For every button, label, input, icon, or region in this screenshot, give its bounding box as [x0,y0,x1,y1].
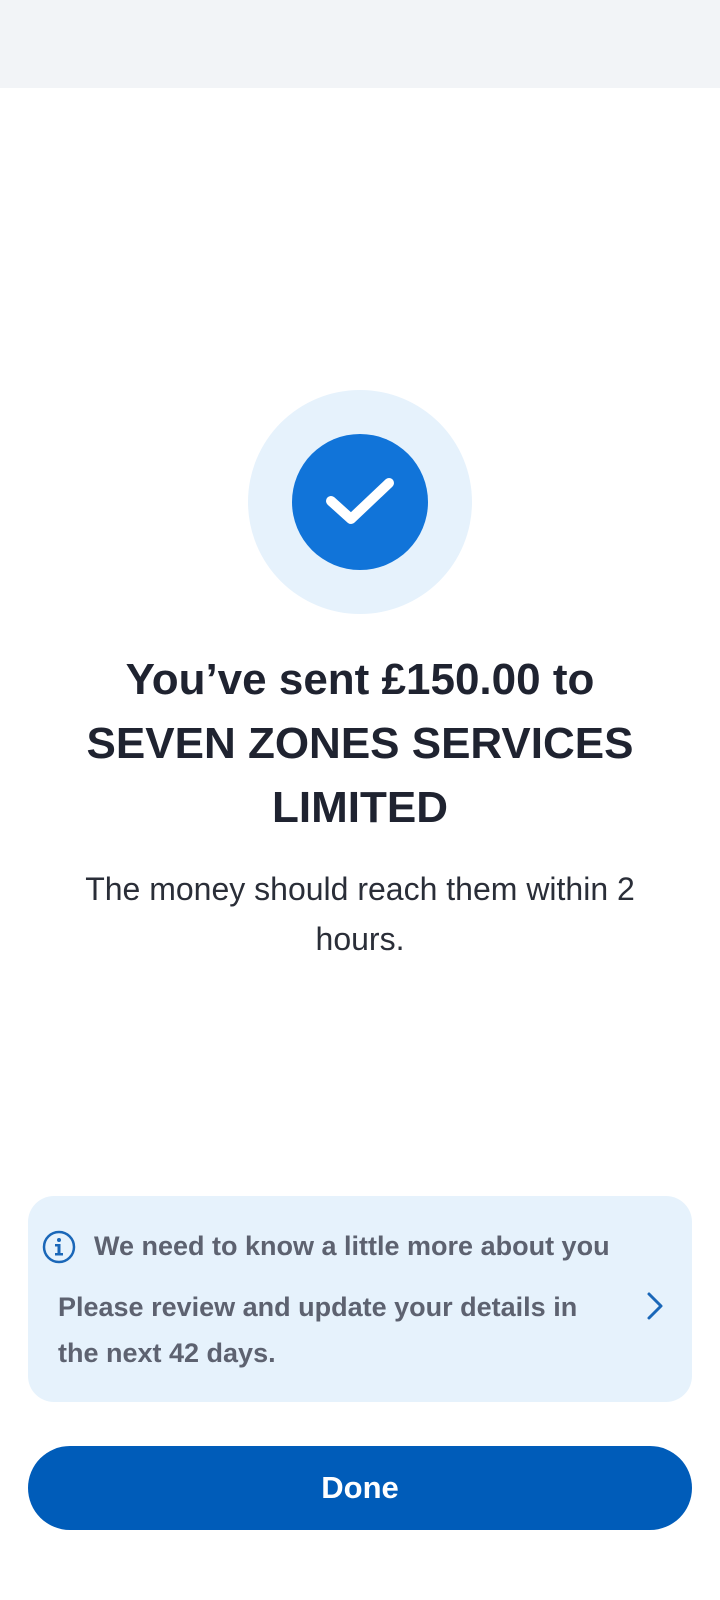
done-button[interactable]: Done [28,1446,692,1530]
confirmation-subtext: The money should reach them within 2 hou… [85,871,635,957]
chevron-right-icon [647,1292,663,1320]
checkmark-icon [292,434,428,570]
status-bar [0,0,720,88]
info-icon [42,1230,76,1264]
confirmation-headline: You’ve sent £150.00 to SEVEN ZONES SERVI… [86,655,634,832]
info-card-body: Please review and update your details in… [58,1292,578,1368]
update-details-card[interactable]: We need to know a little more about you … [28,1196,692,1402]
info-card-title: We need to know a little more about you [94,1231,610,1261]
